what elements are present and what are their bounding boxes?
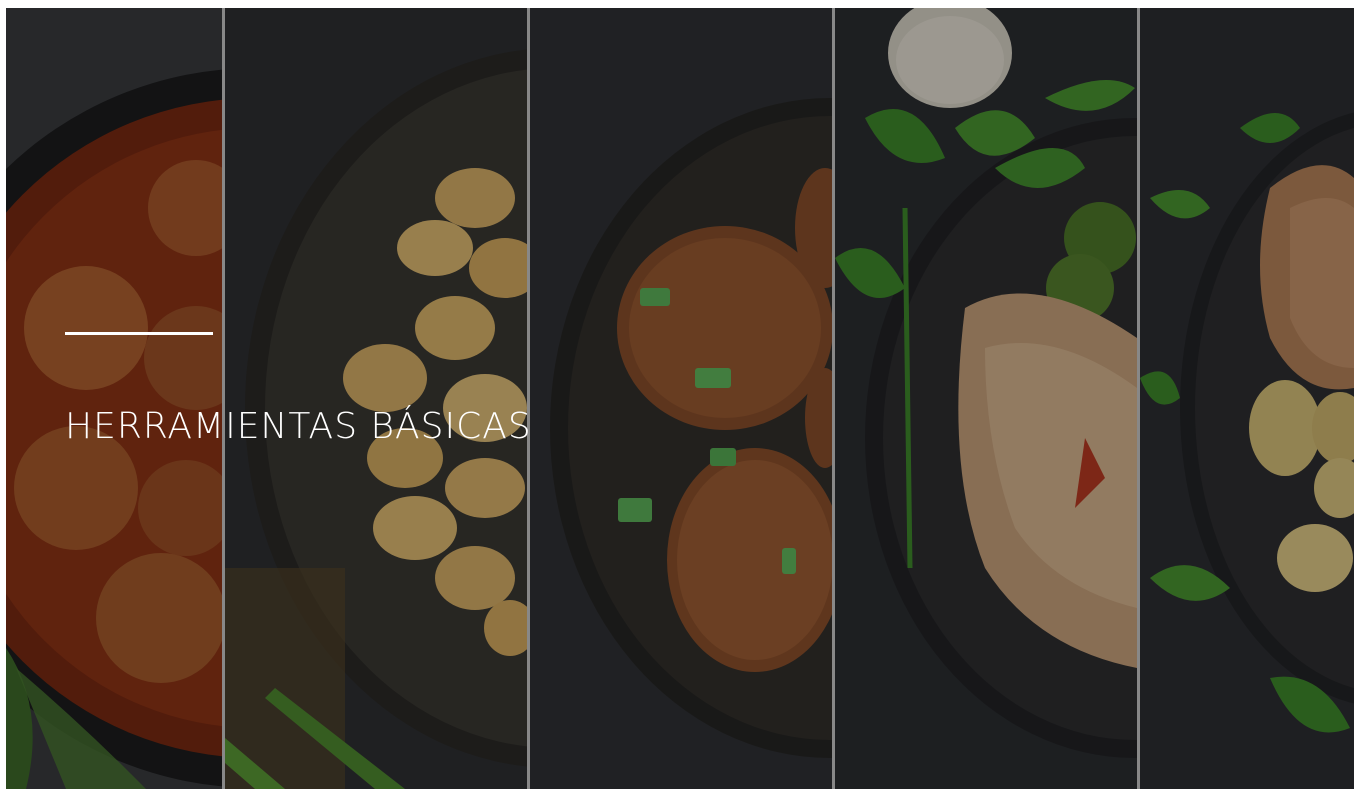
panel-patties-image bbox=[530, 8, 832, 789]
panel-chicken-breast-image bbox=[835, 8, 1137, 789]
panel-chicken-potatoes-image bbox=[1140, 8, 1354, 789]
hero-slide: HERRAMIENTAS BÁSICAS bbox=[6, 8, 1354, 789]
panel-meatballs-image bbox=[6, 8, 222, 789]
page-title: HERRAMIENTAS BÁSICAS bbox=[65, 406, 532, 447]
title-accent-line bbox=[65, 332, 213, 335]
panel-potatoes-image bbox=[225, 8, 527, 789]
